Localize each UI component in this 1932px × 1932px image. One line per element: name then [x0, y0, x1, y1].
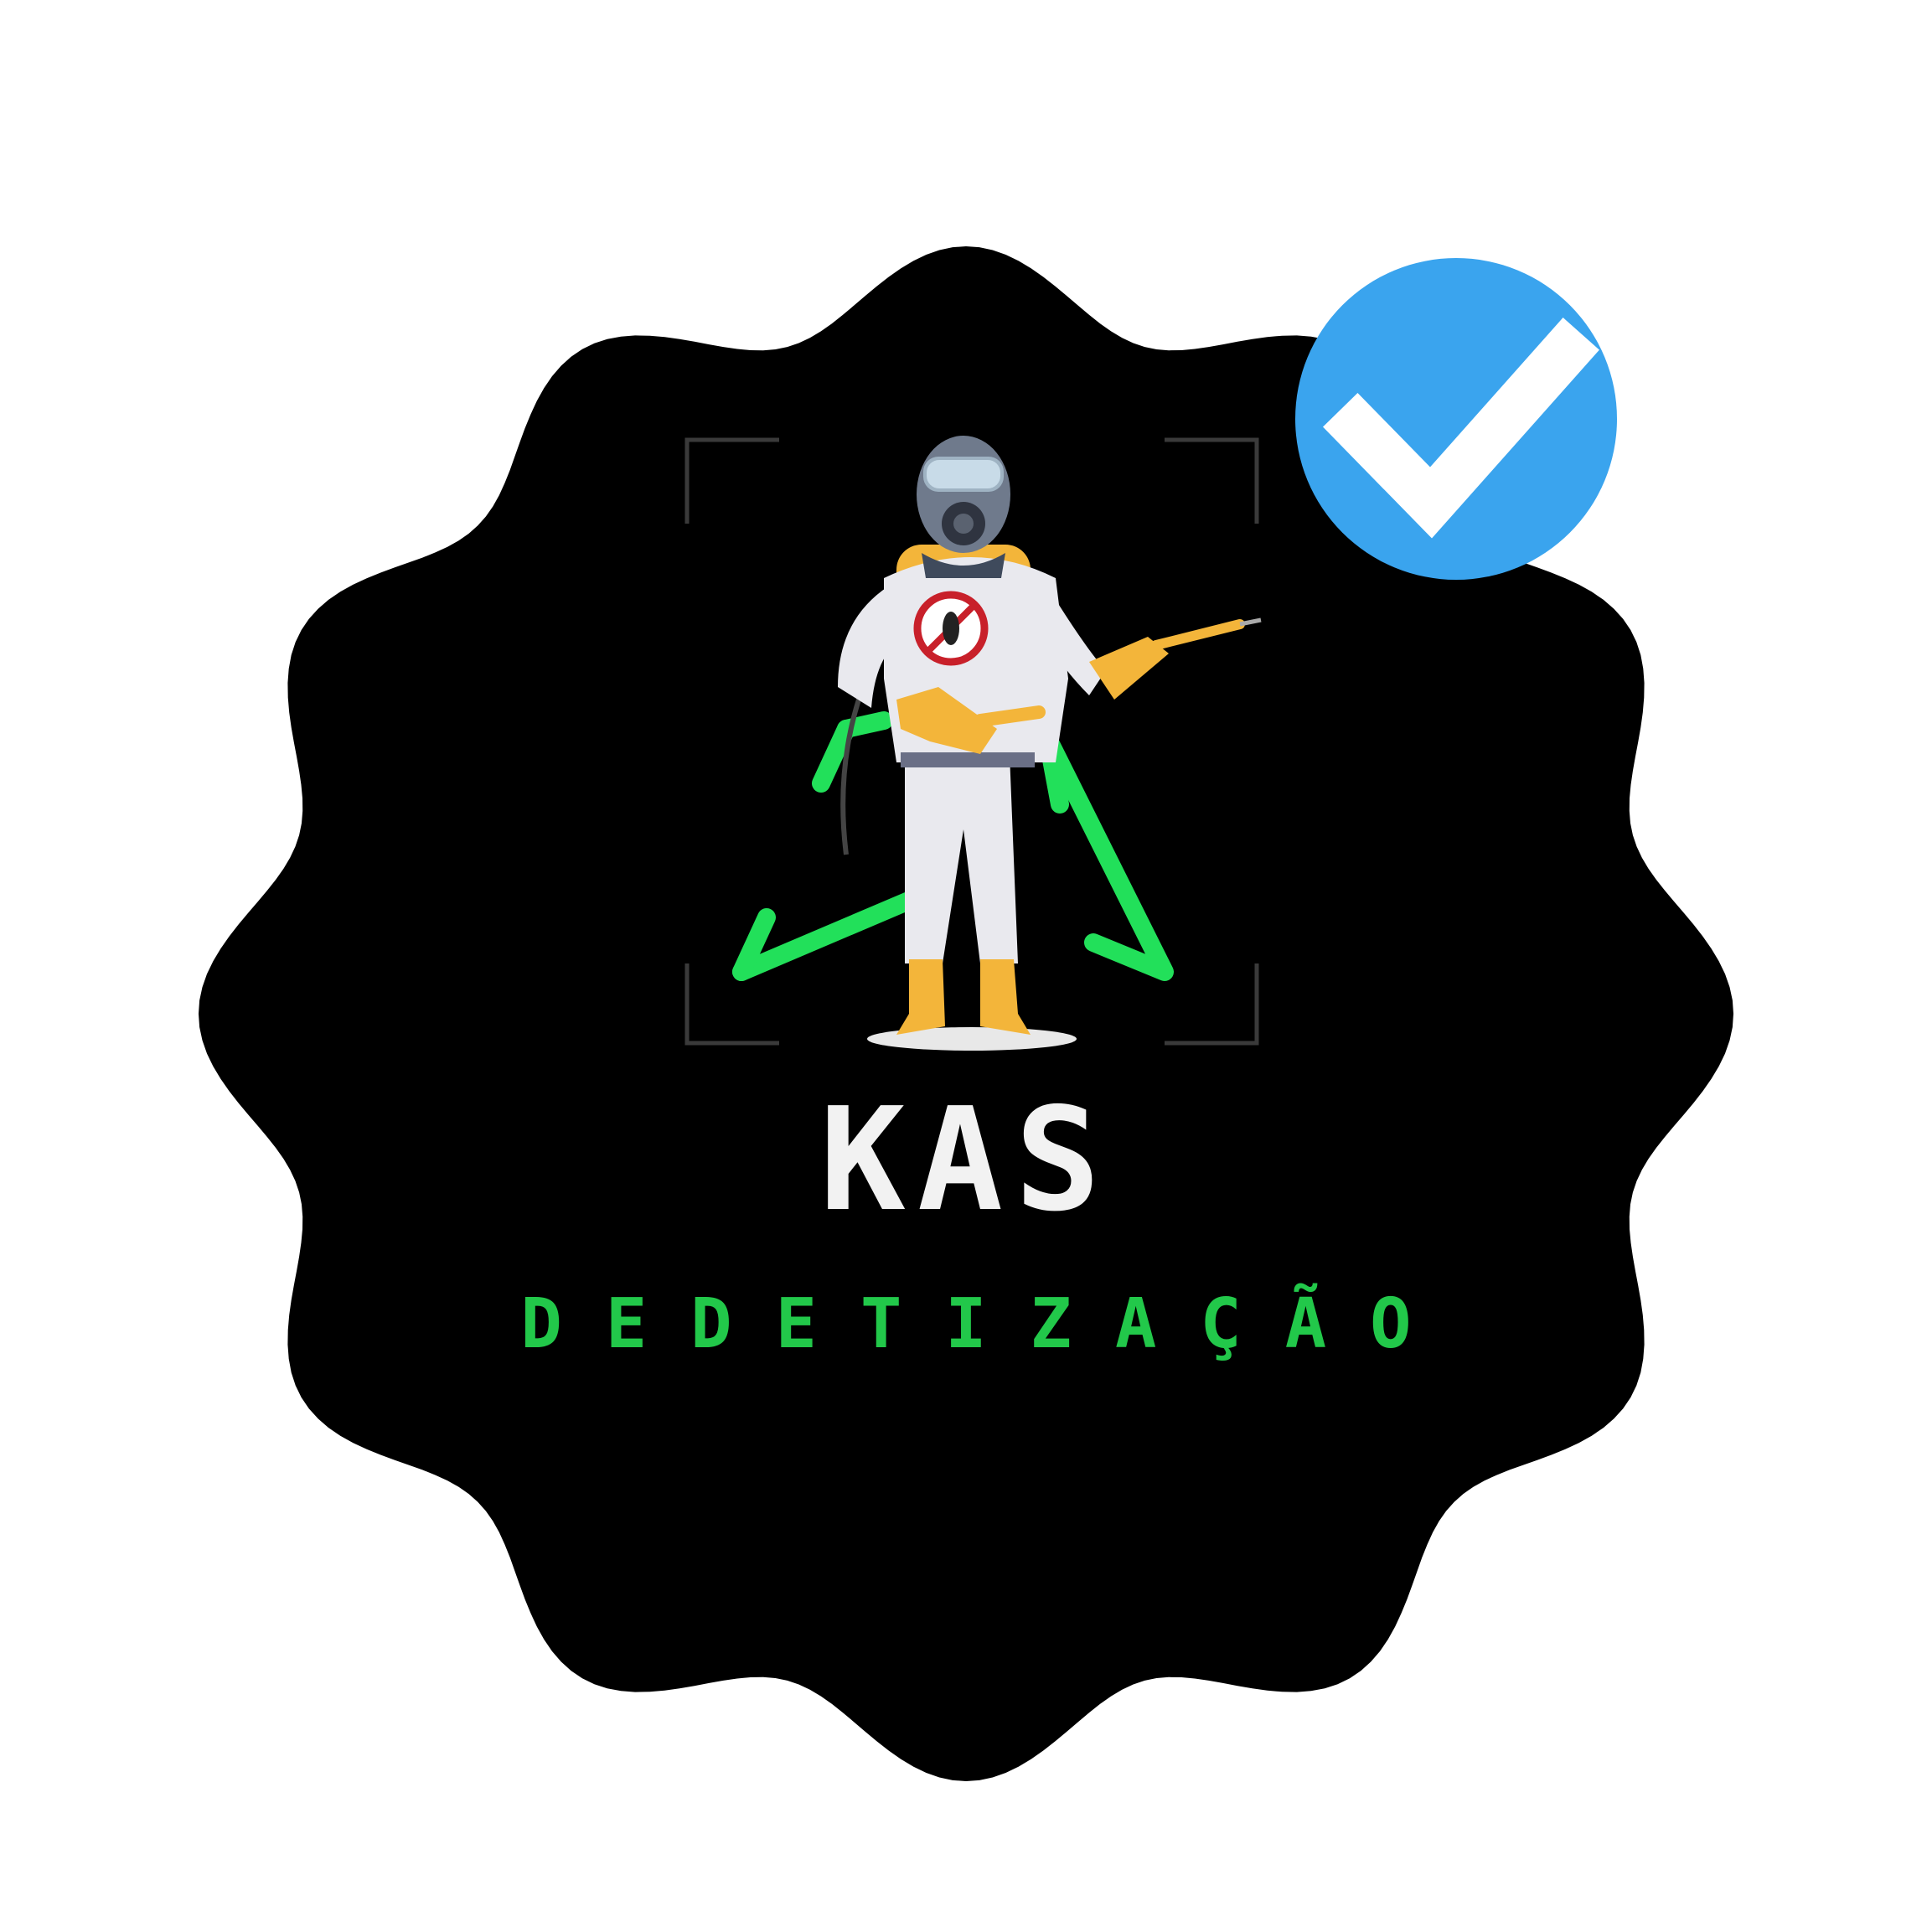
brand-name: KAS	[819, 1077, 1113, 1243]
verified-check-icon	[1295, 258, 1617, 580]
brand-tagline: DEDETIZAÇÃO	[520, 1284, 1455, 1364]
logo-artwork	[199, 246, 1733, 1781]
logo-canvas: KAS DEDETIZAÇÃO	[0, 0, 1932, 1932]
